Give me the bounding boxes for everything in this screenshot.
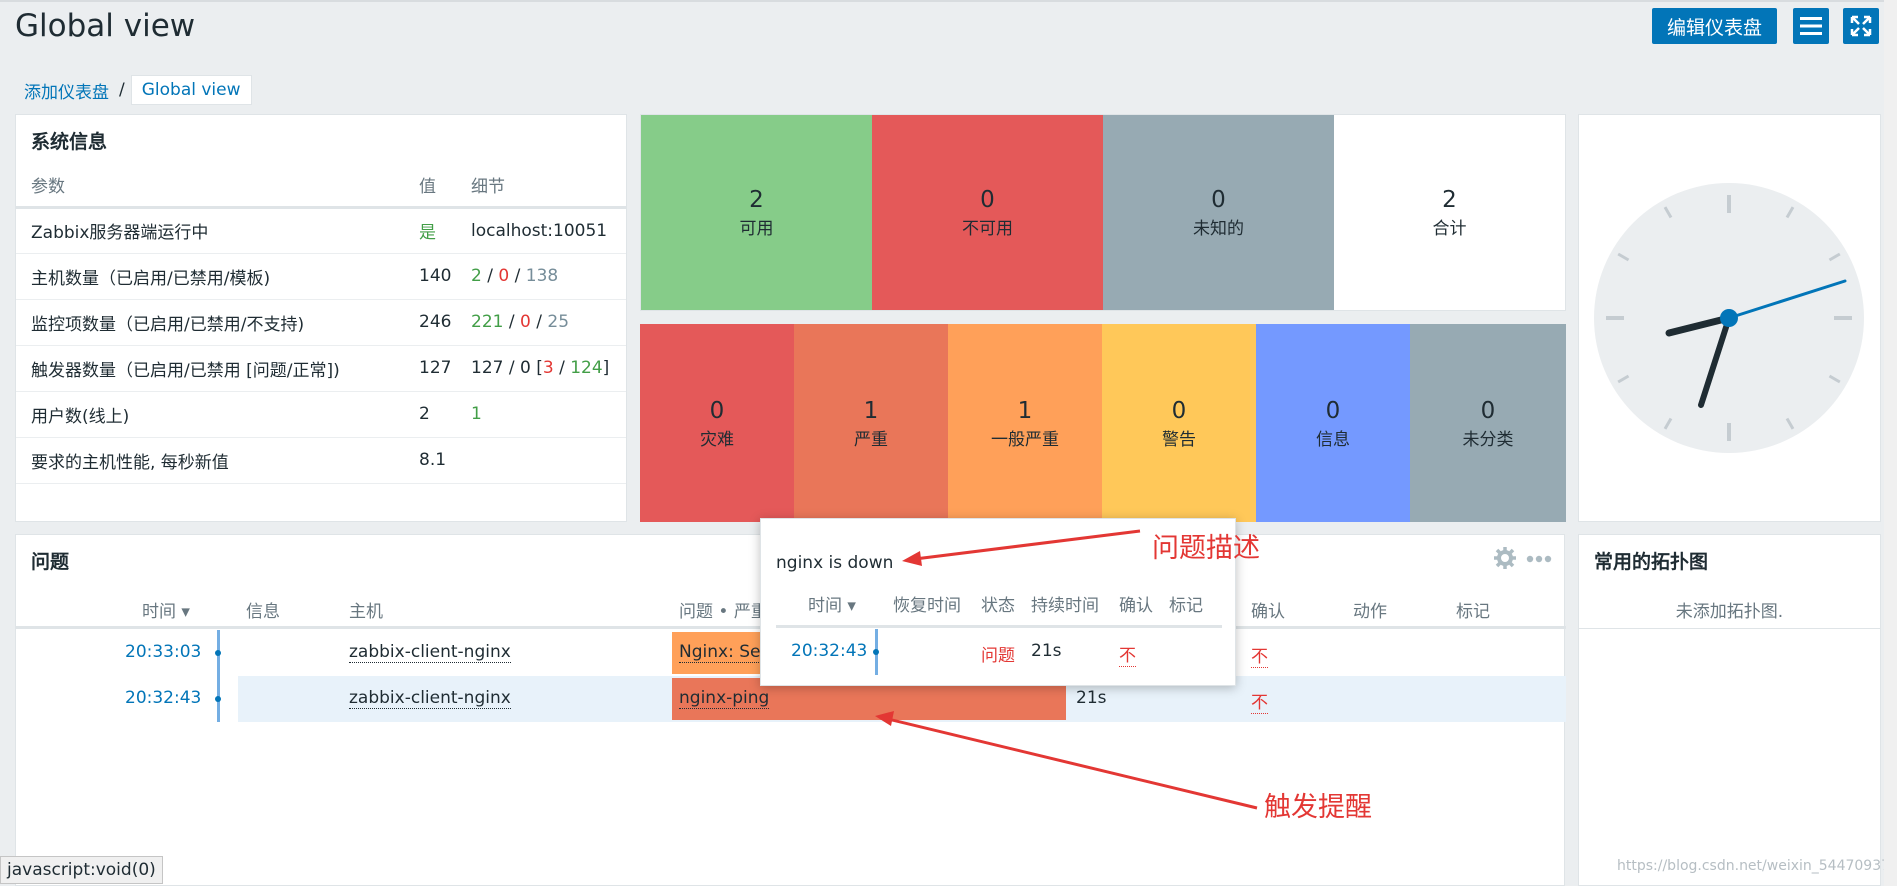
annotation-arrows [875, 529, 1258, 810]
watermark: https://blog.csdn.net/weixin_54470937 [1617, 858, 1891, 874]
annotation-trigger-alert: 触发提醒 [1264, 792, 1372, 823]
scrollbar[interactable] [1884, 0, 1897, 886]
browser-status-bar: javascript:void(0) [0, 856, 163, 884]
annotation-problem-description: 问题描述 [1152, 533, 1260, 564]
